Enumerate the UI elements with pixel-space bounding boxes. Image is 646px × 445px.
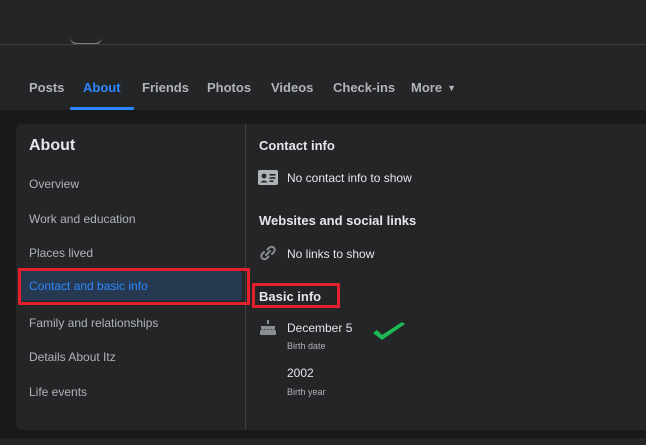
checkmark-icon — [373, 322, 405, 340]
contact-card-icon — [258, 170, 278, 185]
tab-more[interactable]: More ▼ — [411, 64, 456, 110]
sidebar-item-places-lived[interactable]: Places lived — [20, 238, 242, 268]
about-card: About Overview Work and education Places… — [16, 124, 646, 430]
birth-date-value: December 5 — [287, 321, 353, 335]
birthday-cake-icon — [260, 320, 276, 335]
tab-posts[interactable]: Posts — [29, 64, 64, 110]
chevron-down-icon: ▼ — [447, 83, 456, 93]
sidebar-item-details-about[interactable]: Details About Itz — [20, 342, 242, 372]
tab-check-ins[interactable]: Check-ins — [333, 64, 395, 110]
tab-friends[interactable]: Friends — [142, 64, 189, 110]
profile-header: Posts About Friends Photos Videos Check-… — [0, 0, 646, 110]
birth-year-value: 2002 — [287, 366, 314, 380]
sidebar-item-work-and-education[interactable]: Work and education — [20, 204, 242, 234]
tab-about[interactable]: About — [70, 64, 133, 110]
birth-date-label: Birth date — [287, 341, 326, 351]
next-card-edge — [0, 438, 646, 445]
link-icon — [260, 245, 276, 261]
basic-info-title: Basic info — [259, 289, 322, 304]
no-links-text: No links to show — [287, 247, 375, 261]
sidebar-item-overview[interactable]: Overview — [20, 169, 242, 199]
sidebar-item-contact-and-basic-info[interactable]: Contact and basic info — [20, 271, 242, 301]
sidebar-item-life-events[interactable]: Life events — [20, 377, 242, 407]
sidebar-item-family-and-relationships[interactable]: Family and relationships — [20, 308, 242, 338]
websites-title: Websites and social links — [259, 213, 417, 228]
contact-info-title: Contact info — [259, 138, 335, 153]
birth-year-label: Birth year — [287, 387, 326, 397]
card-divider — [245, 124, 246, 430]
tab-photos[interactable]: Photos — [207, 64, 251, 110]
sidebar-title: About — [29, 137, 76, 154]
tab-videos[interactable]: Videos — [271, 64, 313, 110]
header-divider — [0, 44, 646, 45]
no-contact-info-text: No contact info to show — [287, 171, 412, 185]
